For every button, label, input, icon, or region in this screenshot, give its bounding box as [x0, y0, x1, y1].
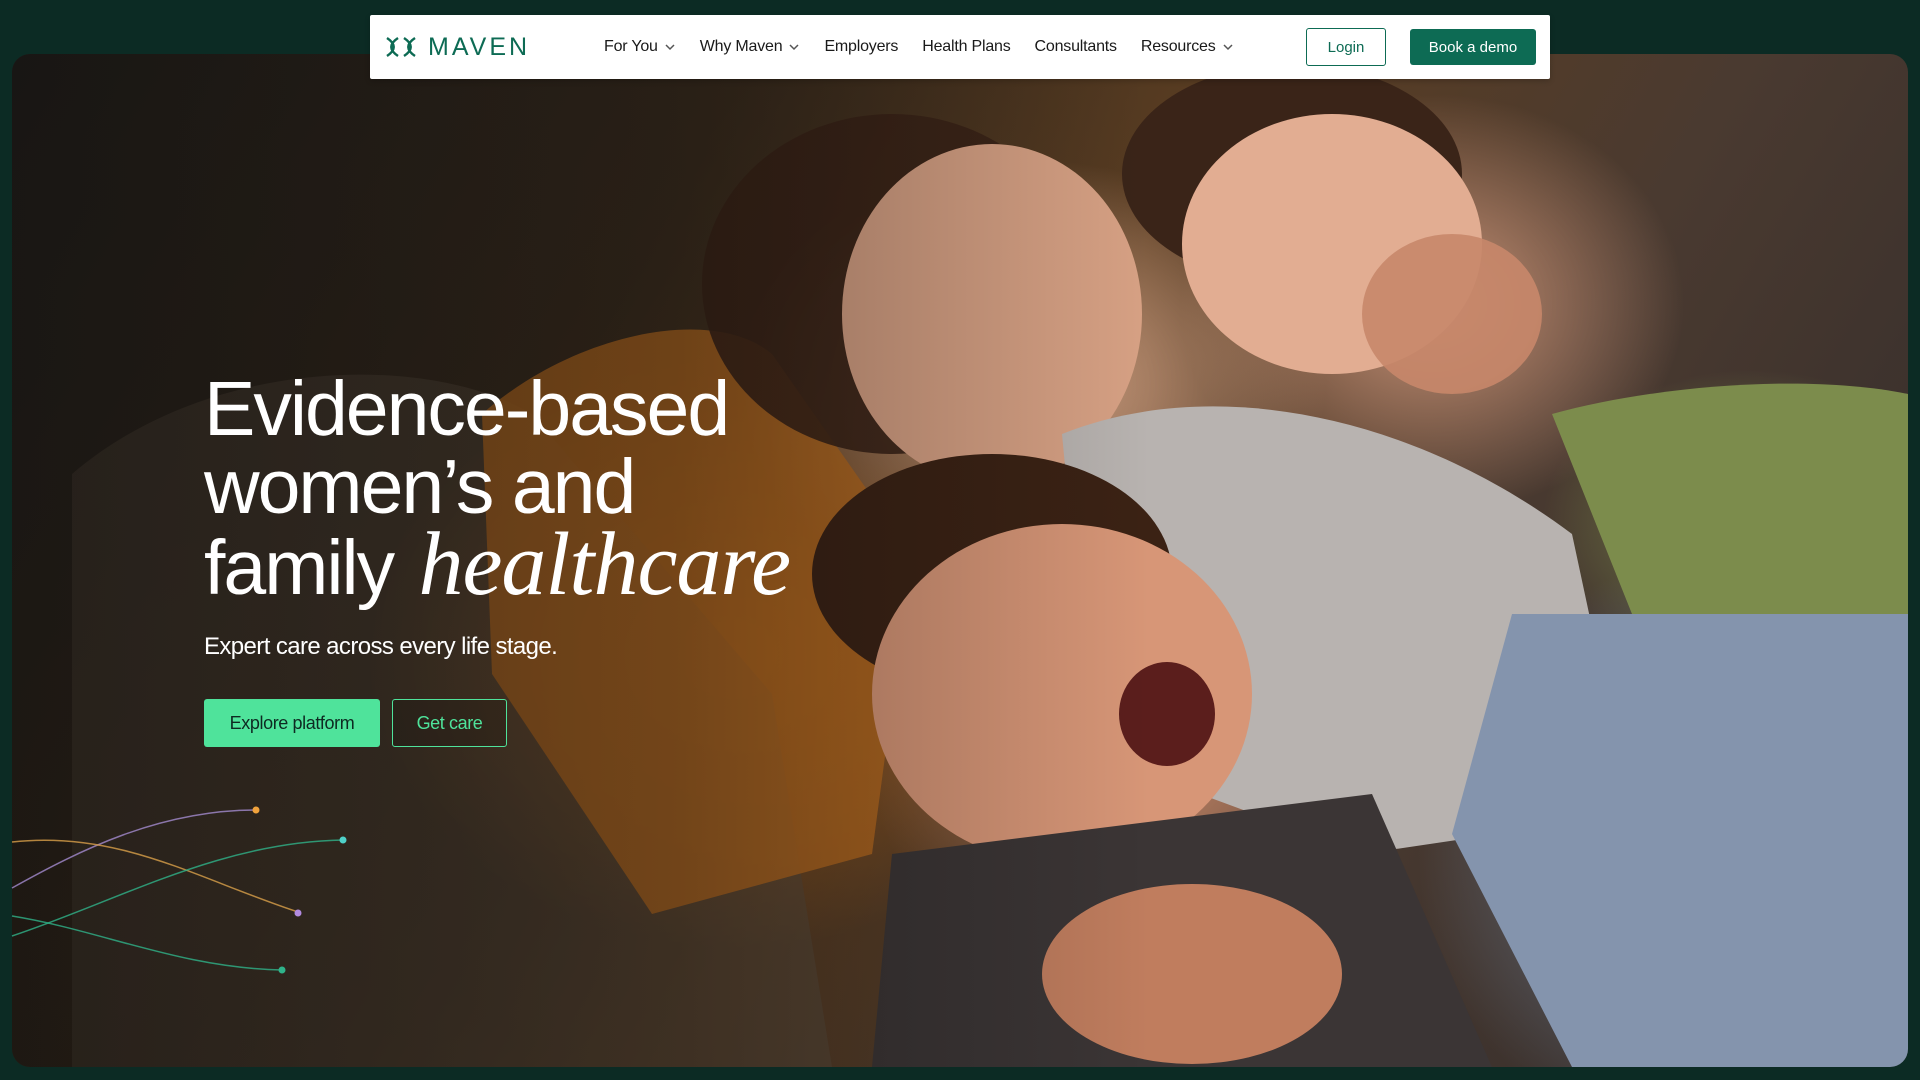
get-care-button[interactable]: Get care [392, 699, 507, 747]
nav-item-employers[interactable]: Employers [812, 27, 910, 67]
nav-item-health-plans[interactable]: Health Plans [910, 27, 1022, 67]
chevron-down-icon [665, 44, 675, 51]
maven-logo[interactable]: MAVEN [384, 33, 580, 62]
nav-item-label: Why Maven [699, 38, 783, 55]
chevron-down-icon [789, 44, 799, 51]
nav-item-label: Resources [1140, 38, 1216, 55]
nav-links: For You Why Maven Employers Health Plans… [592, 27, 1246, 67]
book-demo-button[interactable]: Book a demo [1410, 29, 1536, 65]
hero-copy: Evidence-based women’s and family health… [204, 366, 791, 747]
login-button[interactable]: Login [1306, 28, 1386, 66]
nav-item-resources[interactable]: Resources [1129, 27, 1246, 67]
nav-item-label: Employers [824, 38, 899, 55]
explore-platform-button[interactable]: Explore platform [204, 699, 380, 747]
hero-headline: Evidence-based women’s and family health… [204, 366, 791, 610]
headline-healthcare: healthcare [418, 515, 791, 614]
top-navbar: MAVEN For You Why Maven Employers Health… [370, 15, 1550, 79]
hero-subhead: Expert care across every life stage. [204, 633, 558, 660]
nav-item-label: Health Plans [922, 38, 1011, 55]
headline-line-1: Evidence-based [204, 366, 730, 452]
logo-wordmark: MAVEN [428, 32, 531, 61]
headline-line-3: family healthcare [204, 520, 791, 610]
hero-ctas: Explore platform Get care [204, 699, 790, 747]
nav-item-for-you[interactable]: For You [592, 27, 688, 67]
page: MAVEN For You Why Maven Employers Health… [0, 0, 1920, 1080]
maven-logo-icon [386, 37, 416, 57]
nav-item-consultants[interactable]: Consultants [1023, 27, 1129, 67]
nav-actions: Login Book a demo [1306, 28, 1536, 66]
headline-family: family [204, 525, 395, 611]
chevron-down-icon [1223, 44, 1233, 51]
nav-item-label: For You [604, 38, 658, 55]
nav-item-why-maven[interactable]: Why Maven [688, 27, 813, 67]
nav-item-label: Consultants [1034, 38, 1117, 55]
